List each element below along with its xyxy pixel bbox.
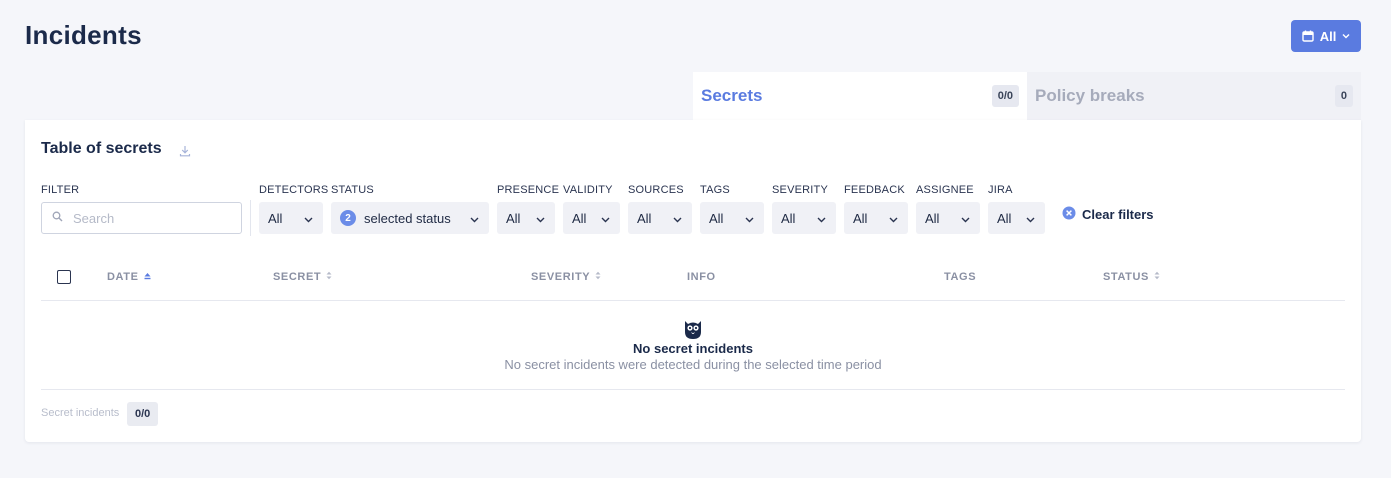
search-field[interactable] bbox=[41, 202, 242, 234]
search-icon bbox=[52, 209, 63, 227]
column-severity[interactable]: SEVERITY bbox=[531, 271, 601, 283]
tab-secrets[interactable]: Secrets 0/0 bbox=[693, 72, 1027, 120]
column-date-label: DATE bbox=[107, 271, 139, 283]
detectors-select[interactable]: All bbox=[259, 202, 323, 234]
validity-value: All bbox=[572, 210, 587, 226]
detectors-value: All bbox=[268, 210, 283, 226]
feedback-label: FEEDBACK bbox=[844, 184, 905, 196]
chevron-down-icon bbox=[470, 211, 479, 226]
validity-select[interactable]: All bbox=[563, 202, 620, 234]
status-value: selected status bbox=[364, 210, 451, 226]
tags-label: TAGS bbox=[700, 184, 730, 196]
assignee-value: All bbox=[925, 210, 940, 226]
sort-icon bbox=[1154, 271, 1160, 283]
footer-label: Secret incidents bbox=[41, 407, 120, 419]
sources-select[interactable]: All bbox=[628, 202, 692, 234]
chevron-down-icon bbox=[889, 211, 898, 226]
tab-secrets-count-badge: 0/0 bbox=[991, 85, 1019, 107]
chevron-down-icon bbox=[304, 211, 313, 226]
status-count-badge: 2 bbox=[340, 210, 356, 226]
severity-select[interactable]: All bbox=[772, 202, 836, 234]
sort-icon bbox=[595, 271, 601, 283]
status-select[interactable]: 2 selected status bbox=[331, 202, 489, 234]
assignee-label: ASSIGNEE bbox=[916, 184, 974, 196]
clear-filters-label: Clear filters bbox=[1082, 207, 1154, 222]
severity-label: SEVERITY bbox=[772, 184, 829, 196]
presence-select[interactable]: All bbox=[497, 202, 555, 234]
footer-count-badge: 0/0 bbox=[127, 402, 159, 426]
empty-state-description: No secret incidents were detected during… bbox=[504, 357, 882, 372]
chevron-down-icon bbox=[536, 211, 545, 226]
calendar-icon bbox=[1301, 30, 1314, 42]
filter-divider bbox=[250, 200, 251, 236]
column-info: INFO bbox=[687, 271, 716, 283]
table-title: Table of secrets bbox=[41, 140, 162, 157]
presence-value: All bbox=[506, 210, 521, 226]
feedback-value: All bbox=[853, 210, 868, 226]
column-status[interactable]: STATUS bbox=[1103, 271, 1160, 283]
clear-filters-button[interactable]: Clear filters bbox=[1062, 206, 1154, 223]
column-status-label: STATUS bbox=[1103, 271, 1149, 283]
table-footer-divider bbox=[41, 389, 1345, 390]
tab-policy-breaks-label: Policy breaks bbox=[1035, 86, 1145, 105]
chevron-down-icon bbox=[1026, 211, 1035, 226]
download-icon[interactable] bbox=[179, 144, 191, 162]
close-circle-icon bbox=[1062, 206, 1076, 223]
chevron-down-icon bbox=[1342, 33, 1350, 39]
select-all-checkbox[interactable] bbox=[57, 270, 71, 284]
sources-value: All bbox=[637, 210, 652, 226]
column-severity-label: SEVERITY bbox=[531, 271, 591, 283]
presence-label: PRESENCE bbox=[497, 184, 560, 196]
severity-value: All bbox=[781, 210, 796, 226]
column-secret-label: SECRET bbox=[273, 271, 322, 283]
jira-select[interactable]: All bbox=[988, 202, 1045, 234]
tags-value: All bbox=[709, 210, 724, 226]
tab-policy-breaks[interactable]: Policy breaks 0 bbox=[1027, 72, 1361, 120]
column-date[interactable]: DATE bbox=[107, 271, 151, 283]
jira-label: JIRA bbox=[988, 184, 1013, 196]
empty-state-title: No secret incidents bbox=[633, 341, 753, 356]
chevron-down-icon bbox=[745, 211, 754, 226]
column-info-label: INFO bbox=[687, 271, 716, 283]
column-tags-label: TAGS bbox=[944, 271, 977, 283]
secrets-table-card: Table of secrets FILTER DETECTORS STATUS… bbox=[25, 120, 1361, 442]
tab-policy-breaks-count-badge: 0 bbox=[1334, 85, 1353, 107]
feedback-select[interactable]: All bbox=[844, 202, 908, 234]
status-label: STATUS bbox=[331, 184, 374, 196]
chevron-down-icon bbox=[817, 211, 826, 226]
assignee-select[interactable]: All bbox=[916, 202, 980, 234]
sources-label: SOURCES bbox=[628, 184, 684, 196]
validity-label: VALIDITY bbox=[563, 184, 613, 196]
detectors-label: DETECTORS bbox=[259, 184, 329, 196]
chevron-down-icon bbox=[673, 211, 682, 226]
date-filter-label: All bbox=[1319, 28, 1337, 44]
filter-label: FILTER bbox=[41, 184, 80, 196]
chevron-down-icon bbox=[601, 211, 610, 226]
tab-secrets-label: Secrets bbox=[701, 86, 763, 105]
tags-select[interactable]: All bbox=[700, 202, 764, 234]
chevron-down-icon bbox=[961, 211, 970, 226]
column-secret[interactable]: SECRET bbox=[273, 271, 332, 283]
sort-ascending-icon bbox=[144, 271, 151, 283]
table-header-divider bbox=[41, 300, 1345, 301]
search-input[interactable] bbox=[73, 210, 223, 226]
date-filter-button[interactable]: All bbox=[1291, 20, 1361, 52]
jira-value: All bbox=[997, 210, 1012, 226]
page-title: Incidents bbox=[25, 20, 142, 50]
sort-icon bbox=[326, 271, 332, 283]
column-tags: TAGS bbox=[944, 271, 976, 283]
